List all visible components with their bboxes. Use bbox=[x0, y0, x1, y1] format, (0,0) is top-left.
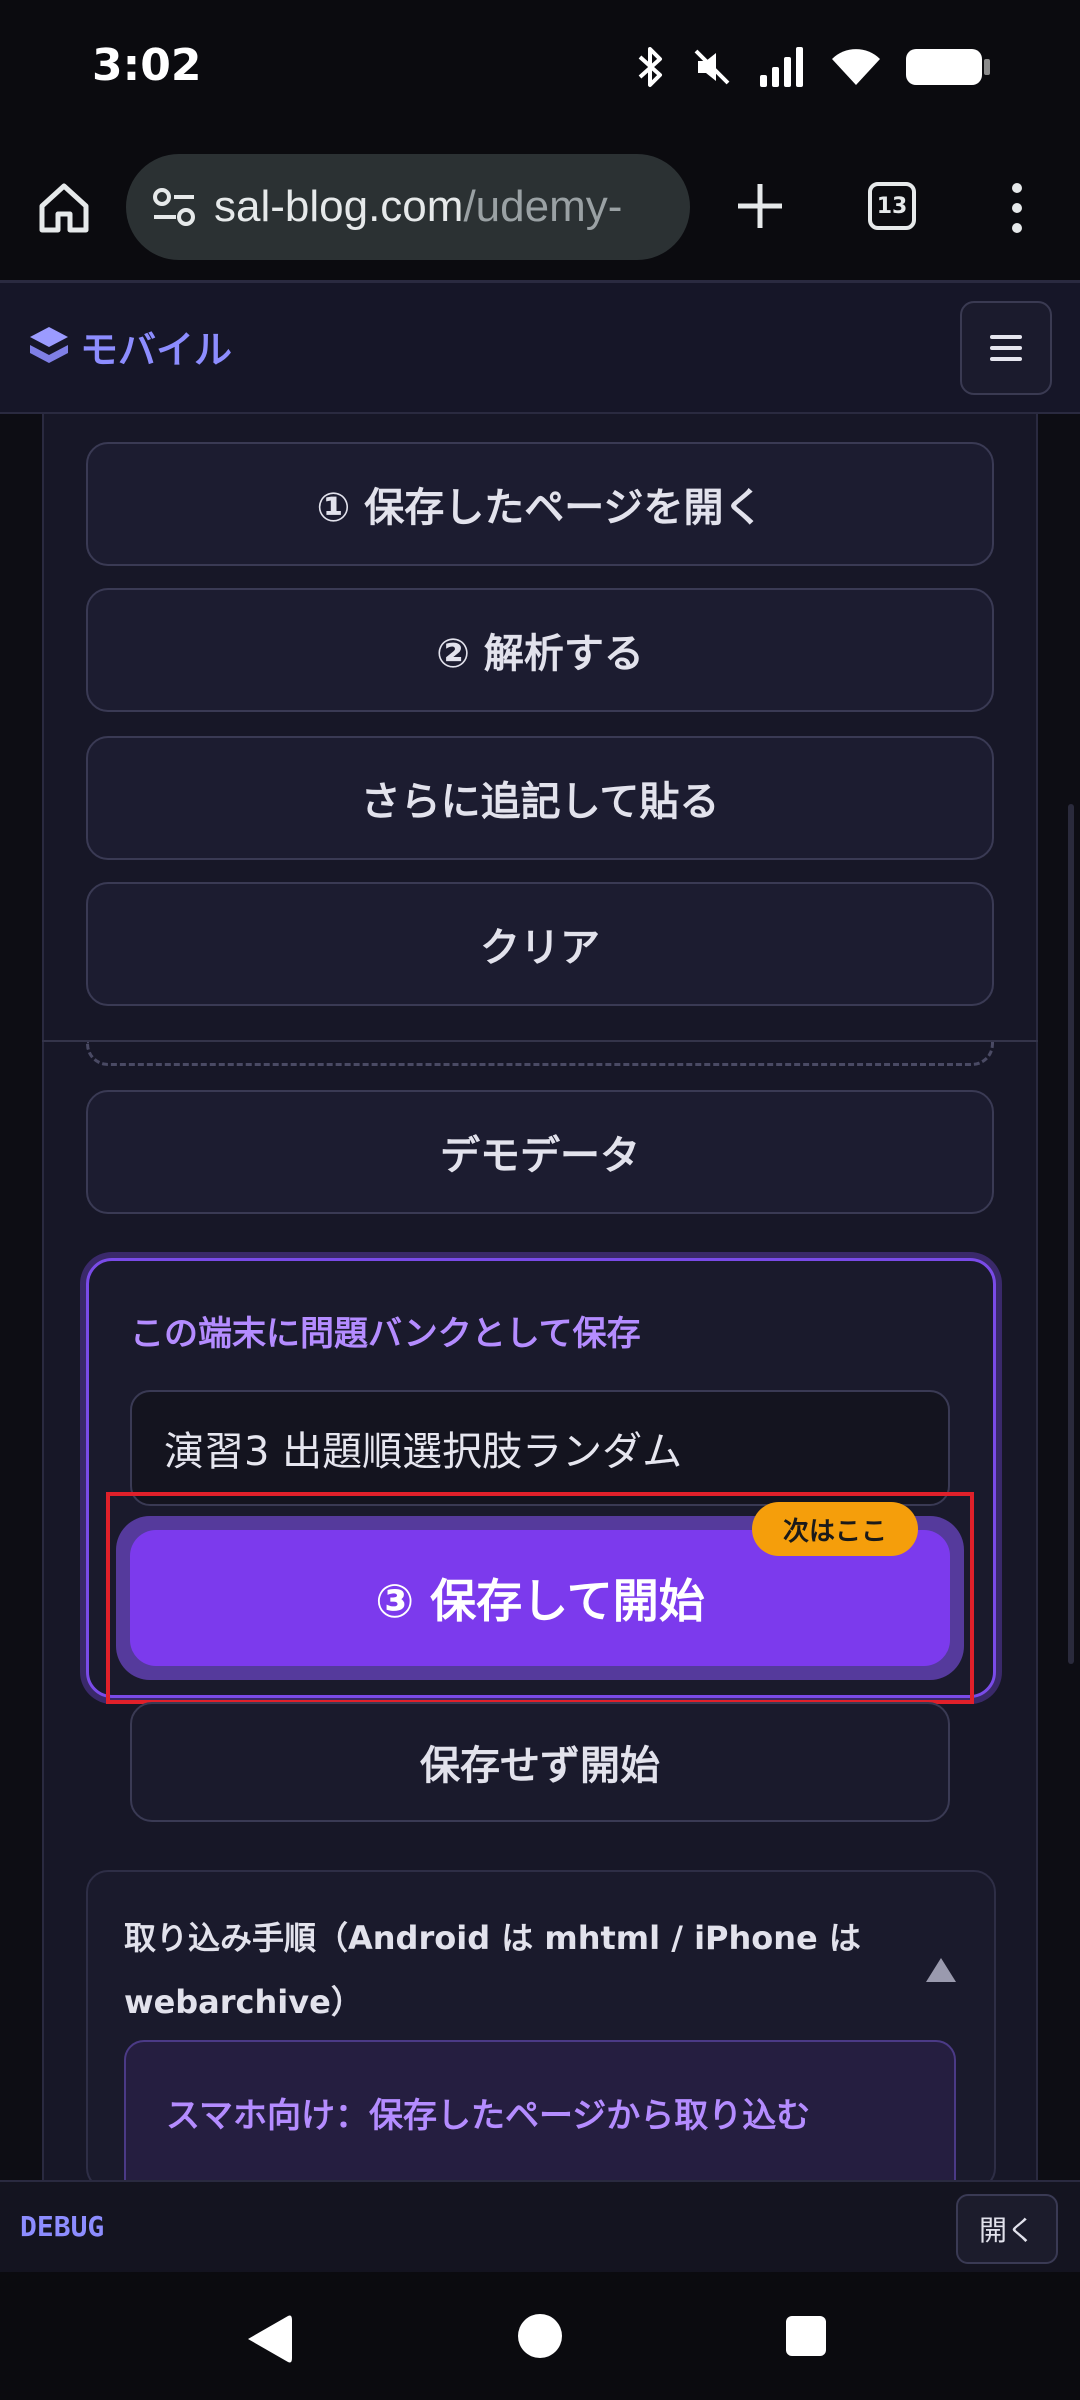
recent-apps-icon[interactable] bbox=[786, 2316, 826, 2356]
wifi-icon bbox=[832, 49, 880, 85]
url-host: sal-blog.com bbox=[214, 182, 464, 231]
dashed-dropzone-edge bbox=[86, 1040, 994, 1066]
mute-icon bbox=[694, 49, 730, 85]
append-paste-button[interactable]: さらに追記して貼る bbox=[86, 736, 994, 860]
import-instructions-title[interactable]: 取り込み手順（Android は mhtml / iPhone は webarc… bbox=[124, 1906, 884, 2034]
mobile-import-title: スマホ向け：保存したページから取り込む bbox=[166, 2096, 811, 2136]
bank-name-input[interactable]: 演習3 出題順選択肢ランダム bbox=[130, 1390, 950, 1506]
battery-icon bbox=[906, 49, 990, 85]
debug-bar: DEBUG 開く bbox=[0, 2180, 1080, 2272]
scrollbar[interactable] bbox=[1068, 804, 1074, 1664]
debug-open-button[interactable]: 開く bbox=[956, 2194, 1058, 2264]
browser-toolbar: sal-blog.com/udemy- 13 bbox=[0, 140, 1080, 280]
analyze-button[interactable]: ② 解析する bbox=[86, 588, 994, 712]
signal-icon bbox=[760, 47, 803, 87]
hamburger-icon bbox=[990, 335, 1022, 361]
tab-switcher-button[interactable]: 13 bbox=[868, 182, 916, 230]
status-icons bbox=[636, 42, 990, 92]
home-nav-icon[interactable] bbox=[518, 2314, 562, 2358]
url-path: /udemy- bbox=[463, 182, 623, 231]
home-icon[interactable] bbox=[36, 180, 92, 236]
status-time: 3:02 bbox=[92, 40, 202, 91]
back-icon[interactable] bbox=[244, 2312, 294, 2366]
site-settings-icon[interactable] bbox=[150, 183, 198, 231]
app-logo-text[interactable]: モバイル bbox=[80, 319, 232, 374]
start-without-save-button[interactable]: 保存せず開始 bbox=[130, 1702, 950, 1822]
bluetooth-icon bbox=[638, 47, 662, 87]
status-bar: 3:02 bbox=[0, 0, 1080, 140]
section-divider bbox=[42, 1040, 1038, 1042]
more-options-icon[interactable] bbox=[1000, 180, 1034, 236]
open-saved-page-button[interactable]: ① 保存したページを開く bbox=[86, 442, 994, 566]
logo-icon bbox=[30, 327, 68, 363]
app-header: モバイル bbox=[0, 280, 1080, 414]
hamburger-menu-button[interactable] bbox=[960, 301, 1052, 395]
debug-label: DEBUG bbox=[20, 2210, 105, 2243]
demo-data-button[interactable]: デモデータ bbox=[86, 1090, 994, 1214]
system-nav-bar bbox=[0, 2272, 1080, 2400]
new-tab-icon[interactable] bbox=[732, 178, 788, 234]
collapse-triangle-icon[interactable] bbox=[924, 1956, 958, 1984]
highlight-box bbox=[106, 1492, 974, 1704]
address-bar[interactable]: sal-blog.com/udemy- bbox=[126, 154, 690, 260]
clear-button[interactable]: クリア bbox=[86, 882, 994, 1006]
url-text: sal-blog.com/udemy- bbox=[214, 182, 622, 232]
save-bank-title: この端末に問題バンクとして保存 bbox=[130, 1314, 641, 1354]
